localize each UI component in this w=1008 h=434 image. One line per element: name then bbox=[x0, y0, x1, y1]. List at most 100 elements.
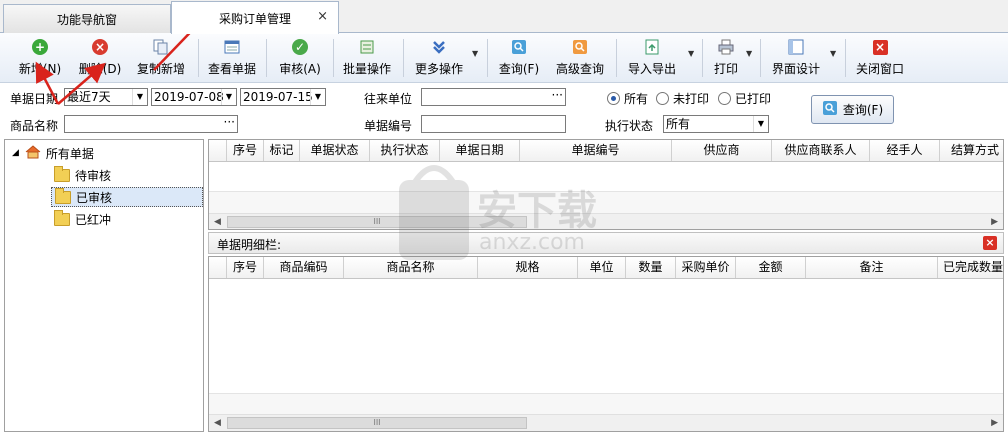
query-button-label: 查询(F) bbox=[842, 103, 884, 117]
tree-item-label: 已审核 bbox=[76, 190, 113, 205]
ui-design-button[interactable]: 界面设计 bbox=[768, 35, 824, 79]
col-header[interactable]: 已完成数量 bbox=[938, 257, 1003, 278]
docno-input[interactable] bbox=[421, 115, 566, 133]
tree-item-pending[interactable]: 待审核 bbox=[51, 165, 114, 185]
advanced-query-label: 高级查询 bbox=[555, 62, 604, 76]
dropdown-arrow-icon[interactable]: ▼ bbox=[472, 49, 478, 58]
query-button[interactable]: 查询(F) bbox=[811, 95, 894, 124]
batch-label: 批量操作 bbox=[342, 62, 391, 76]
scroll-right-icon[interactable]: ▶ bbox=[991, 217, 998, 227]
tree-item-reversed[interactable]: 已红冲 bbox=[51, 209, 114, 229]
radio-unprinted[interactable]: 未打印 bbox=[656, 90, 709, 107]
tab-label: 功能导航窗 bbox=[56, 12, 117, 27]
partner-input[interactable]: ··· bbox=[421, 88, 566, 106]
product-label: 商品名称 bbox=[10, 119, 59, 133]
col-header[interactable]: 序号 bbox=[227, 257, 264, 278]
col-header[interactable]: 经手人 bbox=[870, 140, 940, 161]
docno-label: 单据编号 bbox=[364, 119, 413, 133]
ellipsis-icon[interactable]: ··· bbox=[224, 116, 235, 130]
add-icon: + bbox=[31, 38, 49, 56]
tree-root[interactable]: ◢ 所有单据 bbox=[9, 143, 97, 163]
product-input[interactable]: ··· bbox=[64, 115, 238, 133]
delete-icon: × bbox=[91, 38, 109, 56]
separator bbox=[760, 39, 761, 77]
query-button-toolbar[interactable]: 查询(F) bbox=[494, 35, 544, 79]
col-header[interactable]: 单据日期 bbox=[440, 140, 520, 161]
scroll-left-icon[interactable]: ◀ bbox=[214, 217, 221, 227]
scroll-left-icon[interactable]: ◀ bbox=[214, 418, 221, 428]
ui-design-label: 界面设计 bbox=[771, 62, 820, 76]
col-header[interactable]: 单据状态 bbox=[300, 140, 370, 161]
delete-button[interactable]: × 删除(D) bbox=[75, 35, 125, 79]
close-icon[interactable]: × bbox=[983, 236, 997, 250]
search-icon bbox=[510, 38, 528, 56]
close-icon: × bbox=[871, 38, 889, 56]
col-header[interactable]: 序号 bbox=[227, 140, 264, 161]
col-header[interactable]: 商品编码 bbox=[264, 257, 344, 278]
advanced-search-icon bbox=[571, 38, 589, 56]
col-header[interactable]: 金额 bbox=[736, 257, 806, 278]
radio-printed[interactable]: 已打印 bbox=[718, 90, 771, 107]
search-icon bbox=[822, 100, 838, 119]
col-header[interactable]: 供应商联系人 bbox=[772, 140, 870, 161]
watermark-subtext: anxz.com bbox=[479, 230, 585, 255]
chevron-down-icon: ▼ bbox=[221, 89, 236, 105]
date-to-value: 2019-07-15 bbox=[243, 90, 313, 104]
date-from-picker[interactable]: 2019-07-08 ▼ bbox=[151, 88, 237, 106]
col-header[interactable]: 供应商 bbox=[672, 140, 772, 161]
col-header[interactable]: 备注 bbox=[806, 257, 938, 278]
grid-header: 序号 标记 单据状态 执行状态 单据日期 单据编号 供应商 供应商联系人 经手人… bbox=[209, 140, 1003, 162]
chevron-down-icon: ▼ bbox=[310, 89, 325, 105]
dropdown-arrow-icon[interactable]: ▼ bbox=[688, 49, 694, 58]
collapse-icon[interactable]: ◢ bbox=[12, 148, 19, 158]
tab-purchase-order[interactable]: 采购订单管理 × bbox=[171, 1, 339, 34]
col-header[interactable]: 数量 bbox=[626, 257, 676, 278]
new-button[interactable]: + 新增(N) bbox=[15, 35, 65, 79]
separator bbox=[333, 39, 334, 77]
date-range-select[interactable]: 最近7天 ▼ bbox=[64, 88, 148, 106]
detail-title: 单据明细栏: bbox=[217, 238, 282, 252]
dropdown-arrow-icon[interactable]: ▼ bbox=[830, 49, 836, 58]
scroll-right-icon[interactable]: ▶ bbox=[991, 418, 998, 428]
audit-button[interactable]: ✓ 审核(A) bbox=[273, 35, 327, 79]
tree-item-audited[interactable]: 已审核 bbox=[51, 187, 203, 207]
folder-icon bbox=[54, 209, 70, 226]
separator bbox=[845, 39, 846, 77]
close-window-label: 关闭窗口 bbox=[855, 62, 904, 76]
detail-grid[interactable]: 序号 商品编码 商品名称 规格 单位 数量 采购单价 金额 备注 已完成数量 ◀… bbox=[208, 256, 1004, 432]
chevron-down-icon: ▼ bbox=[753, 116, 768, 132]
audit-label: 审核(A) bbox=[279, 62, 321, 76]
radio-print-all[interactable]: 所有 bbox=[607, 90, 648, 107]
radio-icon bbox=[718, 92, 731, 105]
dropdown-arrow-icon[interactable]: ▼ bbox=[746, 49, 752, 58]
copy-new-button[interactable]: 复制新增 bbox=[134, 35, 188, 79]
tab-bar: 功能导航窗 采购订单管理 × bbox=[0, 0, 1008, 34]
printer-icon bbox=[717, 38, 735, 56]
scroll-thumb[interactable]: III bbox=[227, 417, 527, 429]
col-header[interactable]: 结算方式 bbox=[940, 140, 1003, 161]
batch-button[interactable]: 批量操作 bbox=[340, 35, 394, 79]
print-button[interactable]: 打印 bbox=[706, 35, 746, 79]
col-header[interactable]: 标记 bbox=[264, 140, 300, 161]
double-chevron-down-icon bbox=[430, 38, 448, 56]
radio-checked-icon bbox=[607, 92, 620, 105]
close-window-button[interactable]: × 关闭窗口 bbox=[852, 35, 908, 79]
radio-label: 所有 bbox=[624, 92, 649, 106]
tab-function-nav[interactable]: 功能导航窗 bbox=[3, 4, 171, 33]
import-export-button[interactable]: 导入导出 bbox=[623, 35, 681, 79]
col-header[interactable]: 单据编号 bbox=[520, 140, 672, 161]
col-header[interactable]: 采购单价 bbox=[676, 257, 736, 278]
separator bbox=[616, 39, 617, 77]
more-ops-button[interactable]: 更多操作 bbox=[410, 35, 468, 79]
horizontal-scrollbar[interactable]: ◀ III ▶ bbox=[209, 414, 1003, 431]
view-doc-button[interactable]: 查看单据 bbox=[205, 35, 259, 79]
close-icon[interactable]: × bbox=[317, 9, 328, 24]
delete-label: 删除(D) bbox=[78, 62, 122, 76]
advanced-query-button[interactable]: 高级查询 bbox=[553, 35, 607, 79]
date-to-picker[interactable]: 2019-07-15 ▼ bbox=[240, 88, 326, 106]
col-header[interactable]: 执行状态 bbox=[370, 140, 440, 161]
ellipsis-icon[interactable]: ··· bbox=[552, 89, 563, 103]
exec-status-select[interactable]: 所有 ▼ bbox=[663, 115, 769, 133]
date-from-value: 2019-07-08 bbox=[154, 90, 224, 104]
exec-status-label: 执行状态 bbox=[605, 119, 654, 133]
